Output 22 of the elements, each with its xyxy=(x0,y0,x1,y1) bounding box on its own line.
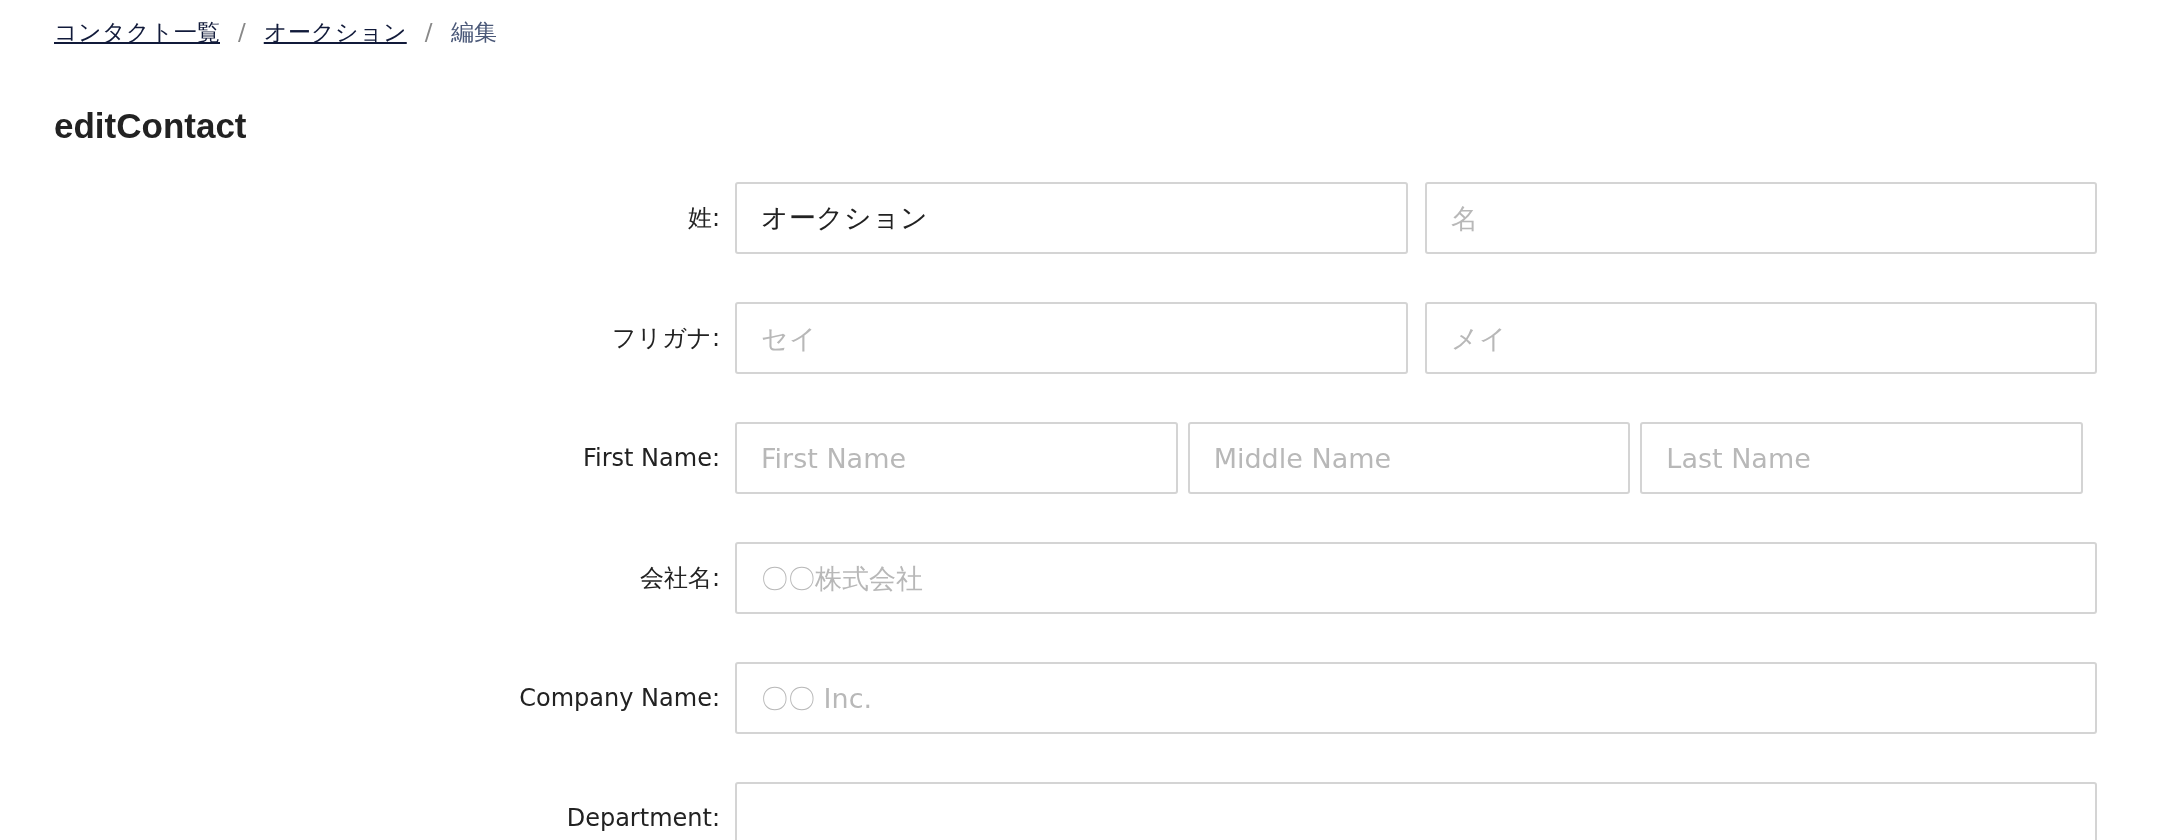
input-field[interactable]: メイ xyxy=(1424,302,2097,374)
input-field[interactable]: 〇〇株式会社 xyxy=(735,542,2097,614)
input-field[interactable]: セイ xyxy=(735,302,1408,374)
breadcrumb-current: 編集 xyxy=(450,17,497,47)
field-label: Department: xyxy=(565,804,721,832)
field-label: 姓: xyxy=(686,203,721,234)
input-field[interactable]: オークション xyxy=(735,182,1408,254)
field-label: 会社名: xyxy=(638,563,721,594)
breadcrumb-link[interactable]: オークション xyxy=(263,16,407,48)
input-field[interactable] xyxy=(735,782,2097,840)
page-title: editContact xyxy=(54,106,248,146)
breadcrumb-link[interactable]: コンタクト一覧 xyxy=(54,16,220,48)
field-label: First Name: xyxy=(581,444,721,472)
breadcrumb-separator: / xyxy=(424,19,433,45)
field-label: フリガナ: xyxy=(610,323,721,354)
input-field[interactable]: Last Name xyxy=(1640,422,2083,494)
input-field[interactable]: First Name xyxy=(735,422,1178,494)
input-field[interactable]: Middle Name xyxy=(1187,422,1631,494)
input-field[interactable]: 〇〇 Inc. xyxy=(735,662,2097,734)
breadcrumb-separator: / xyxy=(238,19,246,45)
input-field[interactable]: 名 xyxy=(1424,182,2097,254)
field-label: Company Name: xyxy=(518,684,721,712)
